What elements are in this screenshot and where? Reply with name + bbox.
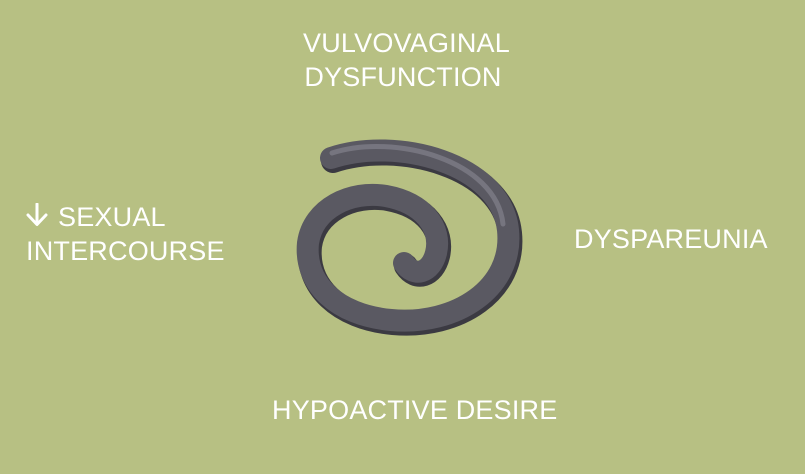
spiral-icon <box>286 138 524 336</box>
label-line: INTERCOURSE <box>26 236 225 266</box>
label-hypoactive-desire: HYPOACTIVE DESIRE <box>272 395 558 425</box>
diagram-canvas: VULVOVAGINAL DYSFUNCTION SEXUAL INTERCOU… <box>0 0 805 474</box>
label-dyspareunia: DYSPAREUNIA <box>574 224 768 254</box>
spiral-stroke <box>296 139 520 332</box>
label-decreased-sexual-intercourse: SEXUAL INTERCOURSE <box>26 200 226 268</box>
label-line: VULVOVAGINAL <box>303 28 510 58</box>
label-line: SEXUAL <box>26 200 226 234</box>
label-line: DYSFUNCTION <box>304 62 502 92</box>
label-text-sexual: SEXUAL <box>58 202 166 232</box>
label-vulvovaginal-dysfunction: VULVOVAGINAL DYSFUNCTION <box>303 26 510 94</box>
arrow-down-icon <box>26 203 48 227</box>
